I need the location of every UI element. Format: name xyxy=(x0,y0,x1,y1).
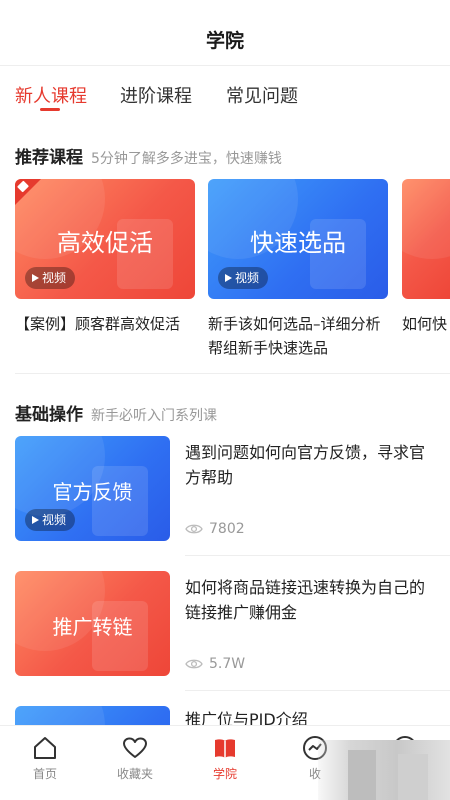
view-count: 7802 xyxy=(185,521,245,537)
course-card[interactable]: 如何快 xyxy=(402,179,450,336)
play-icon xyxy=(32,516,39,524)
video-badge: 视频 xyxy=(25,267,76,289)
tabbar-item-academy[interactable]: 学院 xyxy=(180,726,270,800)
play-icon xyxy=(32,274,39,282)
video-badge: 视频 xyxy=(218,267,269,289)
tabbar-label: 首页 xyxy=(32,767,57,781)
course-thumbnail xyxy=(402,179,450,299)
course-card[interactable]: 快速选品 视频 新手该如何选品–详细分析帮组新手快速选品 xyxy=(208,179,388,360)
course-thumbnail: 高效促活 视频 xyxy=(15,179,195,299)
section-divider xyxy=(15,373,450,374)
heart-icon xyxy=(123,737,147,758)
recommended-heading: 推荐课程 xyxy=(15,148,83,168)
tab-faq[interactable]: 常见问题 xyxy=(226,82,298,108)
tabbar-label: 收藏夹 xyxy=(116,767,153,781)
eye-icon xyxy=(185,659,203,669)
page-title: 学院 xyxy=(205,30,244,52)
tabbar-label: 学院 xyxy=(212,767,237,781)
app-header: 学院 xyxy=(0,0,450,66)
course-card[interactable]: 高效促活 视频 【案例】顾客群高效促活 xyxy=(15,179,195,336)
course-caption: 如何快 xyxy=(402,315,448,333)
lesson-thumbnail[interactable]: 推广转链 xyxy=(15,571,170,676)
recommended-subheading: 5分钟了解多多进宝，快速赚钱 xyxy=(91,151,282,167)
thumbnail-title: 官方反馈 xyxy=(52,480,133,504)
thumbnail-title: 快速选品 xyxy=(250,229,346,257)
thumbnail-title: 高效促活 xyxy=(57,229,153,257)
lesson-thumbnail[interactable]: 官方反馈 视频 xyxy=(15,436,170,541)
active-tab-indicator xyxy=(40,108,60,111)
row-divider xyxy=(185,690,450,691)
lesson-title[interactable]: 如何将商品链接迅速转换为自己的链接推广赚佣金 xyxy=(185,575,435,625)
course-tabs: 新人课程 进阶课程 常见问题 xyxy=(0,66,450,118)
basics-heading: 基础操作 xyxy=(15,405,83,425)
recommended-section-header: 推荐课程 5分钟了解多多进宝，快速赚钱 xyxy=(15,143,282,168)
tabbar-item-favorites[interactable]: 收藏夹 xyxy=(90,726,180,800)
view-count: 5.7W xyxy=(185,656,245,672)
video-badge: 视频 xyxy=(25,509,76,531)
course-caption: 【案例】顾客群高效促活 xyxy=(15,315,181,333)
basics-subheading: 新手必听入门系列课 xyxy=(91,408,217,424)
course-caption: 新手该如何选品–详细分析帮组新手快速选品 xyxy=(208,315,381,357)
book-icon xyxy=(215,739,235,758)
tab-advanced-courses[interactable]: 进阶课程 xyxy=(120,82,192,108)
pixelated-overlay xyxy=(318,740,450,800)
tab-newbie-courses[interactable]: 新人课程 xyxy=(15,82,87,108)
home-icon xyxy=(34,737,56,759)
course-thumbnail: 快速选品 视频 xyxy=(208,179,388,299)
basics-section-header: 基础操作 新手必听入门系列课 xyxy=(15,400,217,425)
play-icon xyxy=(225,274,232,282)
eye-icon xyxy=(185,524,203,534)
corner-ribbon xyxy=(15,179,41,205)
thumbnail-title: 推广转链 xyxy=(52,615,133,639)
lesson-title[interactable]: 遇到问题如何向官方反馈，寻求官方帮助 xyxy=(185,440,435,490)
row-divider xyxy=(185,555,450,556)
tabbar-item-home[interactable]: 首页 xyxy=(0,726,90,800)
